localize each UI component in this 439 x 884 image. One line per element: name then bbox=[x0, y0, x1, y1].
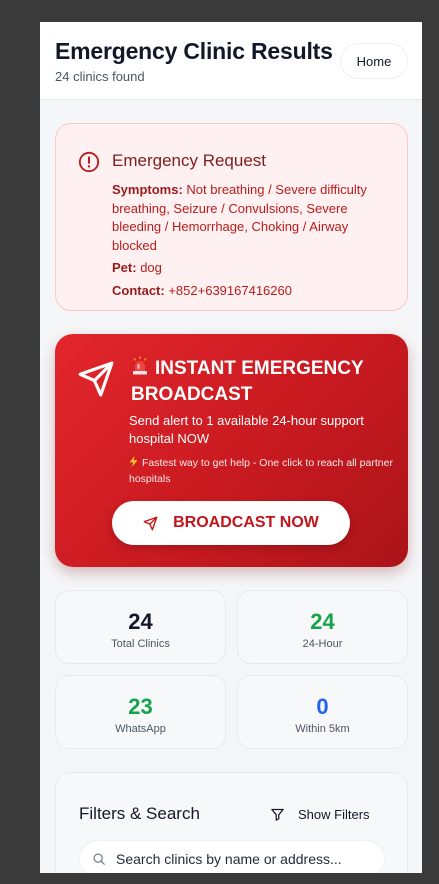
symptoms-label: Symptoms: bbox=[112, 182, 183, 197]
request-title: Emergency Request bbox=[112, 151, 267, 170]
stat-label: Within 5km bbox=[295, 723, 350, 735]
broadcast-note: Fastest way to get help - One click to r… bbox=[129, 455, 394, 487]
app-screen: Emergency Clinic Results 24 clinics foun… bbox=[40, 22, 422, 873]
stat-whatsapp: 23 WhatsApp bbox=[55, 675, 226, 749]
broadcast-now-button[interactable]: BROADCAST NOW bbox=[112, 501, 350, 545]
emergency-request-card: Emergency Request Symptoms: Not breathin… bbox=[55, 123, 408, 311]
stat-value: 24 bbox=[310, 609, 335, 634]
page-title: Emergency Clinic Results bbox=[55, 38, 333, 64]
broadcast-button-label: BROADCAST NOW bbox=[173, 514, 319, 531]
alert-circle-icon bbox=[78, 151, 100, 173]
stat-label: 24-Hour bbox=[302, 638, 343, 650]
stat-value: 24 bbox=[128, 609, 153, 634]
broadcast-subtitle: Send alert to 1 available 24-hour suppor… bbox=[129, 413, 364, 446]
search-box[interactable] bbox=[79, 840, 385, 873]
show-filters-button[interactable]: Show Filters bbox=[270, 804, 370, 824]
symptoms-row: Symptoms: Not breathing / Severe difficu… bbox=[112, 181, 392, 255]
contact-value: +852+639167416260 bbox=[168, 282, 292, 298]
pet-label: Pet: bbox=[112, 260, 137, 275]
send-plane-icon bbox=[78, 361, 114, 397]
request-details: Symptoms: Not breathing / Severe difficu… bbox=[112, 181, 392, 304]
filter-icon bbox=[271, 808, 284, 821]
broadcast-title: INSTANT EMERGENCY BROADCAST bbox=[131, 358, 364, 405]
contact-label: Contact: bbox=[112, 282, 165, 298]
contact-row: Contact: +852+639167416260 bbox=[112, 282, 392, 301]
stat-label: Total Clinics bbox=[111, 638, 170, 650]
search-input[interactable] bbox=[116, 851, 376, 867]
page-header: Emergency Clinic Results 24 clinics foun… bbox=[40, 22, 422, 100]
stat-within-5km: 0 Within 5km bbox=[237, 675, 408, 749]
show-filters-label: Show Filters bbox=[298, 806, 370, 822]
stat-24-hour: 24 24-Hour bbox=[237, 590, 408, 664]
results-count: 24 clinics found bbox=[55, 69, 145, 84]
filters-panel: Filters & Search Show Filters bbox=[55, 772, 408, 873]
broadcast-note-text: Fastest way to get help - One click to r… bbox=[129, 457, 393, 485]
pet-value: dog bbox=[140, 260, 162, 275]
stat-total-clinics: 24 Total Clinics bbox=[55, 590, 226, 664]
stat-value: 0 bbox=[316, 694, 329, 719]
lightning-icon bbox=[129, 456, 138, 467]
stat-label: WhatsApp bbox=[115, 723, 166, 735]
home-button[interactable]: Home bbox=[340, 43, 408, 79]
pet-row: Pet: dog bbox=[112, 259, 392, 278]
filters-title: Filters & Search bbox=[79, 804, 200, 823]
broadcast-card: INSTANT EMERGENCY BROADCAST Send alert t… bbox=[55, 334, 408, 567]
stat-value: 23 bbox=[128, 694, 153, 719]
send-icon bbox=[143, 516, 158, 530]
search-icon bbox=[93, 853, 105, 865]
